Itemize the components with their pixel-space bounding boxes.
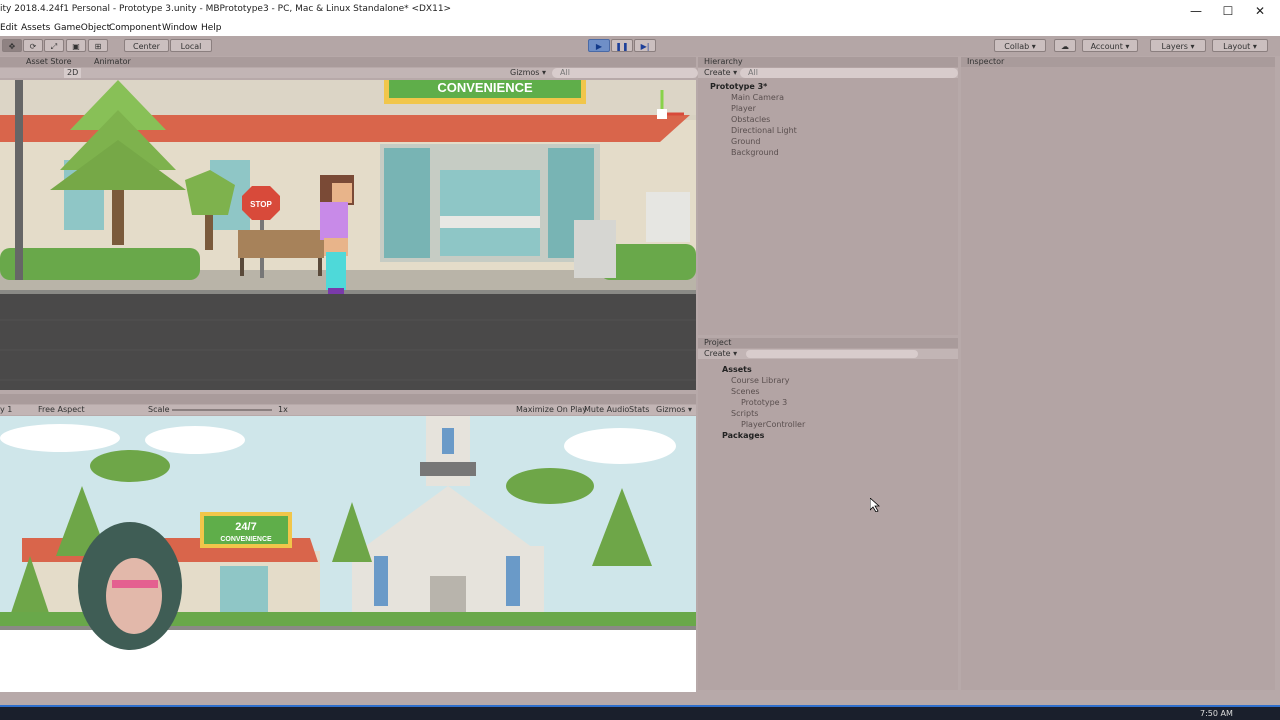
rotate-tool-icon[interactable]: ⟳ — [23, 39, 43, 52]
hierarchy-item[interactable]: Ground — [731, 137, 760, 146]
minimize-button[interactable]: — — [1180, 0, 1212, 22]
scene-gizmos-dropdown[interactable]: Gizmos ▾ — [510, 68, 546, 78]
mute-audio-toggle[interactable]: Mute Audio — [584, 405, 629, 415]
game-gizmos-dropdown[interactable]: Gizmos ▾ — [656, 405, 692, 415]
pivot-local-button[interactable]: Local — [170, 39, 212, 52]
layout-button[interactable]: Layout ▾ — [1212, 39, 1268, 52]
project-scene-file[interactable]: Prototype 3 — [741, 398, 787, 407]
scale-value: 1x — [278, 405, 288, 414]
menu-bar: Edit Assets GameObject Component Window … — [0, 22, 1280, 36]
play-button[interactable]: ▶ — [588, 39, 610, 52]
project-folder[interactable]: Course Library — [731, 376, 789, 385]
maximize-on-play-toggle[interactable]: Maximize On Play — [516, 405, 587, 415]
scene-view-bar: 2D Gizmos ▾ All — [0, 68, 698, 78]
menu-edit[interactable]: Edit — [0, 23, 17, 33]
taskbar-clock: 7:50 AM — [1200, 709, 1233, 718]
tab-hierarchy[interactable]: Hierarchy — [704, 57, 743, 67]
move-tool-icon[interactable]: ✥ — [2, 39, 22, 52]
project-search-input[interactable] — [746, 350, 918, 358]
hierarchy-search-input[interactable]: All — [740, 68, 958, 78]
pivot-center-button[interactable]: Center — [124, 39, 169, 52]
hierarchy-item[interactable]: Background — [731, 148, 779, 157]
close-button[interactable]: ✕ — [1244, 0, 1276, 22]
game-sign-top: 24/7 — [235, 521, 256, 533]
hierarchy-item[interactable]: Main Camera — [731, 93, 784, 102]
hierarchy-panel: Hierarchy Create ▾ All Prototype 3* Main… — [698, 57, 958, 335]
scene-canvas: CONVENIENCE STOP — [0, 80, 696, 390]
scene-search-input[interactable]: All — [552, 68, 698, 78]
project-folder-assets[interactable]: Assets — [722, 365, 752, 374]
hierarchy-item[interactable]: Player — [731, 104, 756, 113]
rect-tool-icon[interactable]: ▣ — [66, 39, 86, 52]
display-dropdown[interactable]: y 1 — [0, 405, 12, 415]
hierarchy-toolbar: Create ▾ All — [698, 68, 958, 78]
project-folder[interactable]: Scenes — [731, 387, 760, 396]
aspect-dropdown[interactable]: Free Aspect — [38, 405, 85, 415]
windows-taskbar: 7:50 AM — [0, 707, 1280, 720]
window-title: ity 2018.4.24f1 Personal - Prototype 3.u… — [0, 4, 452, 14]
game-canvas: 24/7 CONVENIENCE — [0, 416, 696, 692]
menu-window[interactable]: Window — [162, 23, 198, 33]
project-tab-strip: Project — [698, 338, 958, 348]
2d-toggle[interactable]: 2D — [64, 68, 82, 78]
project-folder[interactable]: Scripts — [731, 409, 758, 418]
inspector-tab-strip: Inspector — [961, 57, 1275, 67]
layers-button[interactable]: Layers ▾ — [1150, 39, 1206, 52]
project-panel: Project Create ▾ Assets Course Library S… — [698, 338, 958, 690]
cloud-icon[interactable]: ☁ — [1054, 39, 1076, 52]
project-create-button[interactable]: Create ▾ — [704, 349, 737, 359]
maximize-button[interactable]: ☐ — [1212, 0, 1244, 22]
game-tab-strip — [0, 394, 696, 404]
project-script-file[interactable]: PlayerController — [741, 420, 805, 429]
menu-gameobject[interactable]: GameObject — [54, 23, 110, 33]
account-button[interactable]: Account ▾ — [1082, 39, 1138, 52]
hierarchy-item[interactable]: Directional Light — [731, 126, 797, 135]
menu-component[interactable]: Component — [109, 23, 161, 33]
pause-button[interactable]: ❚❚ — [611, 39, 633, 52]
scene-view[interactable]: CONVENIENCE STOP — [0, 80, 696, 390]
tab-project[interactable]: Project — [704, 338, 731, 348]
hierarchy-tab-strip: Hierarchy — [698, 57, 958, 67]
collab-button[interactable]: Collab ▾ — [994, 39, 1046, 52]
scene-tab-strip: Asset Store Animator — [0, 57, 696, 67]
scale-label: Scale — [148, 405, 170, 414]
inspector-panel: Inspector — [961, 57, 1275, 690]
transform-tool-icon[interactable]: ⊞ — [88, 39, 108, 52]
tab-asset-store[interactable]: Asset Store — [26, 57, 72, 67]
step-button[interactable]: ▶| — [634, 39, 656, 52]
scale-slider[interactable] — [172, 409, 272, 411]
menu-assets[interactable]: Assets — [21, 23, 50, 33]
project-folder-packages[interactable]: Packages — [722, 431, 764, 440]
stop-sign-text: STOP — [250, 200, 272, 209]
game-view-bar: y 1 Free Aspect Scale 1x Maximize On Pla… — [0, 405, 696, 415]
hierarchy-item[interactable]: Obstacles — [731, 115, 770, 124]
tab-inspector[interactable]: Inspector — [967, 57, 1004, 67]
project-toolbar: Create ▾ — [698, 349, 958, 359]
game-view[interactable]: 24/7 CONVENIENCE — [0, 416, 696, 692]
hierarchy-create-button[interactable]: Create ▾ — [704, 68, 737, 78]
menu-help[interactable]: Help — [201, 23, 222, 33]
window-title-bar: ity 2018.4.24f1 Personal - Prototype 3.u… — [0, 0, 1280, 22]
mouse-cursor-icon — [870, 498, 880, 512]
scale-tool-icon[interactable]: ⤢ — [44, 39, 64, 52]
hierarchy-scene-root[interactable]: Prototype 3* — [710, 82, 767, 91]
store-sign-text: CONVENIENCE — [437, 80, 533, 95]
tab-animator[interactable]: Animator — [94, 57, 131, 67]
main-toolbar: ✥ ⟳ ⤢ ▣ ⊞ Center Local ▶ ❚❚ ▶| Collab ▾ … — [0, 36, 1280, 56]
game-sign-bottom: CONVENIENCE — [220, 536, 272, 543]
stats-toggle[interactable]: Stats — [629, 405, 649, 415]
